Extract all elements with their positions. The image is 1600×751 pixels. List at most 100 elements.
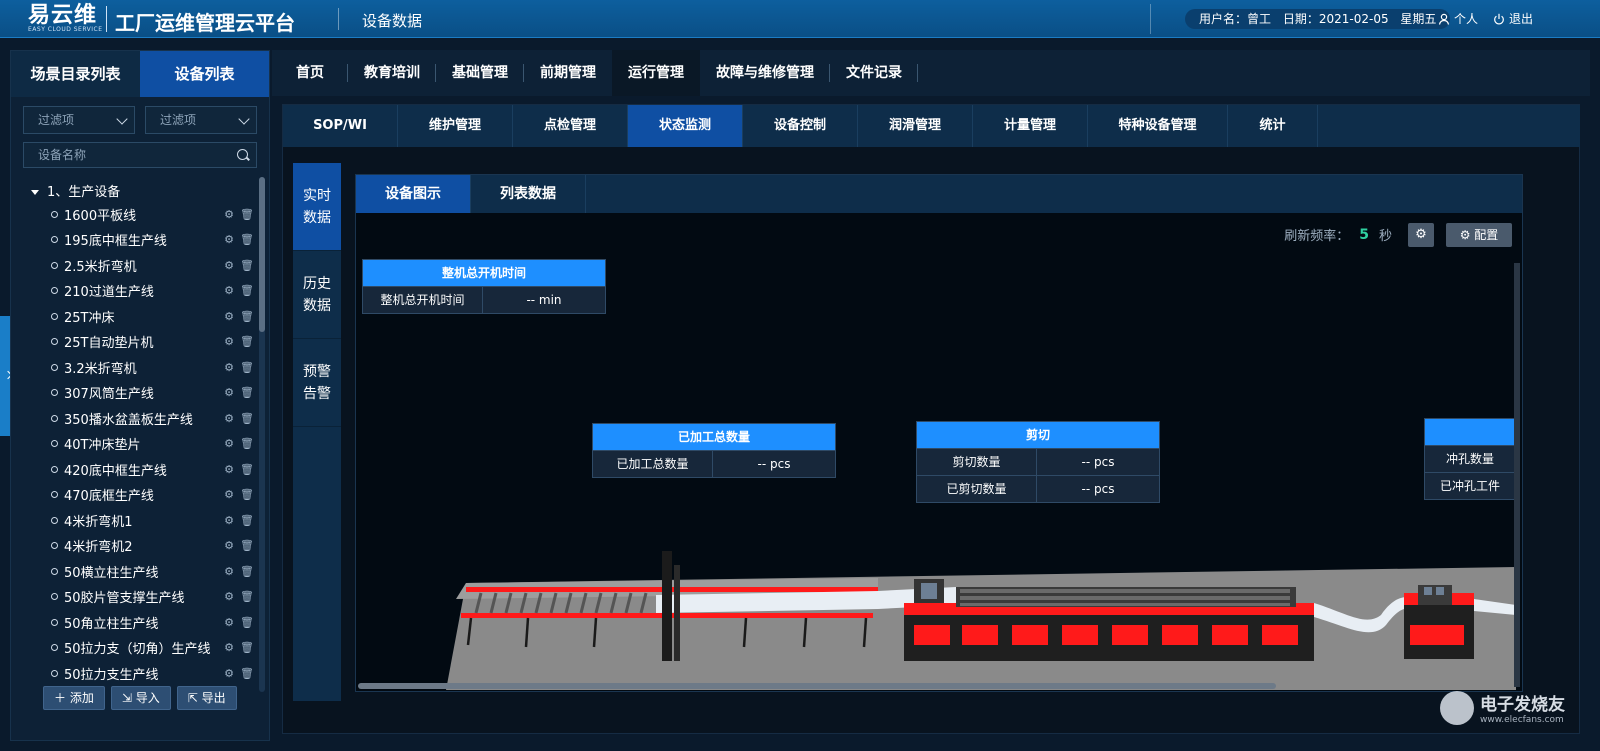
tree-item[interactable]: 50角立柱生产线 ⚙ 🗑 xyxy=(51,610,256,634)
trash-icon[interactable]: 🗑 xyxy=(238,590,256,603)
tree-item[interactable]: 50拉力支（切角）生产线 ⚙ 🗑 xyxy=(51,636,256,660)
tree-item[interactable]: 210过道生产线 ⚙ 🗑 xyxy=(51,279,256,303)
vtab-warning-alarm[interactable]: 预警 告警 xyxy=(293,339,341,427)
tab-device-diagram[interactable]: 设备图示 xyxy=(356,175,471,213)
trash-icon[interactable]: 🗑 xyxy=(238,463,256,476)
gear-icon[interactable]: ⚙ xyxy=(220,284,238,297)
trash-icon[interactable]: 🗑 xyxy=(238,412,256,425)
nav-basic-management[interactable]: 基础管理 xyxy=(436,50,524,96)
trash-icon[interactable]: 🗑 xyxy=(238,616,256,629)
tree-item[interactable]: 50胶片管支撑生产线 ⚙ 🗑 xyxy=(51,585,256,609)
trash-icon[interactable]: 🗑 xyxy=(238,667,256,680)
tree-item[interactable]: 3.2米折弯机 ⚙ 🗑 xyxy=(51,355,256,379)
nav-fault-maintenance[interactable]: 故障与维修管理 xyxy=(700,50,830,96)
gear-icon[interactable]: ⚙ xyxy=(220,386,238,399)
profile-button[interactable]: 个人 xyxy=(1438,10,1478,27)
trash-icon[interactable]: 🗑 xyxy=(238,539,256,552)
tree-item[interactable]: 4米折弯机1 ⚙ 🗑 xyxy=(51,508,256,532)
vertical-tabs: 实时 数据 历史 数据 预警 告警 xyxy=(293,163,341,701)
gear-icon[interactable]: ⚙ xyxy=(220,463,238,476)
tree-item[interactable]: 470底框生产线 ⚙ 🗑 xyxy=(51,483,256,507)
trash-icon[interactable]: 🗑 xyxy=(238,208,256,221)
gear-icon[interactable]: ⚙ xyxy=(220,310,238,323)
gear-icon[interactable]: ⚙ xyxy=(220,565,238,578)
diagram-horizontal-scrollbar[interactable] xyxy=(358,683,1276,689)
trash-icon[interactable]: 🗑 xyxy=(238,361,256,374)
tree-item[interactable]: 50拉力支生产线 ⚙ 🗑 xyxy=(51,661,256,685)
subnav-lubrication[interactable]: 润滑管理 xyxy=(858,105,973,147)
subnav-inspection[interactable]: 点检管理 xyxy=(513,105,628,147)
tree-item[interactable]: 1600平板线 ⚙ 🗑 xyxy=(51,202,256,226)
subnav-maintenance[interactable]: 维护管理 xyxy=(398,105,513,147)
filter-select-2[interactable]: 过滤项 xyxy=(145,106,257,134)
device-search-input[interactable]: 设备名称 xyxy=(23,142,257,168)
tree-item-label: 50角立柱生产线 xyxy=(64,616,159,632)
tree-root-production-equipment[interactable]: 1、生产设备 xyxy=(31,181,120,200)
export-button[interactable]: ⇱ 导出 xyxy=(176,686,237,710)
subnav-condition-monitoring[interactable]: 状态监测 xyxy=(628,105,743,147)
gear-icon[interactable]: ⚙ xyxy=(220,259,238,272)
trash-icon[interactable]: 🗑 xyxy=(238,641,256,654)
subnav-metrology[interactable]: 计量管理 xyxy=(973,105,1088,147)
subnav-statistics[interactable]: 统计 xyxy=(1228,105,1318,147)
trash-icon[interactable]: 🗑 xyxy=(238,259,256,272)
tab-device-list[interactable]: 设备列表 xyxy=(140,51,269,97)
gear-icon[interactable]: ⚙ xyxy=(220,641,238,654)
search-icon[interactable] xyxy=(237,149,248,160)
config-button[interactable]: ⚙ 配置 xyxy=(1446,223,1512,247)
trash-icon[interactable]: 🗑 xyxy=(238,310,256,323)
gear-icon[interactable]: ⚙ xyxy=(220,616,238,629)
gear-icon[interactable]: ⚙ xyxy=(220,361,238,374)
trash-icon[interactable]: 🗑 xyxy=(238,565,256,578)
gear-icon[interactable]: ⚙ xyxy=(220,208,238,221)
tree-item[interactable]: 25T冲床 ⚙ 🗑 xyxy=(51,304,256,328)
nav-operation-management[interactable]: 运行管理 xyxy=(612,50,700,96)
gear-icon[interactable]: ⚙ xyxy=(220,667,238,680)
gear-icon[interactable]: ⚙ xyxy=(220,590,238,603)
gear-icon[interactable]: ⚙ xyxy=(220,514,238,527)
nav-training[interactable]: 教育培训 xyxy=(348,50,436,96)
trash-icon[interactable]: 🗑 xyxy=(238,386,256,399)
refresh-settings-button[interactable]: ⚙ xyxy=(1408,223,1434,247)
tree-scrollbar[interactable] xyxy=(259,177,265,692)
tree-item[interactable]: 195底中框生产线 ⚙ 🗑 xyxy=(51,228,256,252)
subnav-sop-wi[interactable]: SOP/WI xyxy=(283,105,398,147)
gear-icon[interactable]: ⚙ xyxy=(220,412,238,425)
tab-list-data[interactable]: 列表数据 xyxy=(471,175,586,213)
trash-icon[interactable]: 🗑 xyxy=(238,514,256,527)
trash-icon[interactable]: 🗑 xyxy=(238,335,256,348)
vtab-realtime-data[interactable]: 实时 数据 xyxy=(293,163,341,251)
subnav-device-control[interactable]: 设备控制 xyxy=(743,105,858,147)
gear-icon[interactable]: ⚙ xyxy=(220,488,238,501)
trash-icon[interactable]: 🗑 xyxy=(238,437,256,450)
tree-item[interactable]: 4米折弯机2 ⚙ 🗑 xyxy=(51,534,256,558)
import-button[interactable]: ⇲ 导入 xyxy=(110,686,171,710)
tree-item[interactable]: 2.5米折弯机 ⚙ 🗑 xyxy=(51,253,256,277)
nav-file-records[interactable]: 文件记录 xyxy=(830,50,918,96)
diagram-vertical-scrollbar[interactable] xyxy=(1514,263,1520,687)
tab-scene-directory[interactable]: 场景目录列表 xyxy=(11,51,140,97)
tree-item[interactable]: 50横立柱生产线 ⚙ 🗑 xyxy=(51,559,256,583)
add-button[interactable]: ＋ 添加 xyxy=(43,686,105,710)
filter-select-1[interactable]: 过滤项 xyxy=(23,106,135,134)
gear-icon[interactable]: ⚙ xyxy=(220,233,238,246)
nav-early-management[interactable]: 前期管理 xyxy=(524,50,612,96)
tree-item[interactable]: 420底中框生产线 ⚙ 🗑 xyxy=(51,457,256,481)
tree-item[interactable]: 40T冲床垫片 ⚙ 🗑 xyxy=(51,432,256,456)
gear-icon[interactable]: ⚙ xyxy=(220,335,238,348)
tree-item[interactable]: 350播水盆盖板生产线 ⚙ 🗑 xyxy=(51,406,256,430)
trash-icon[interactable]: 🗑 xyxy=(238,233,256,246)
gear-icon[interactable]: ⚙ xyxy=(220,539,238,552)
logout-button[interactable]: 退出 xyxy=(1493,10,1533,27)
card-row: 剪切数量 -- pcs xyxy=(917,448,1159,475)
vtab-history-data[interactable]: 历史 数据 xyxy=(293,251,341,339)
tree-scrollbar-thumb[interactable] xyxy=(259,177,265,332)
nav-home[interactable]: 首页 xyxy=(272,50,348,96)
trash-icon[interactable]: 🗑 xyxy=(238,284,256,297)
tree-item[interactable]: 25T自动垫片机 ⚙ 🗑 xyxy=(51,330,256,354)
trash-icon[interactable]: 🗑 xyxy=(238,488,256,501)
card-row: 整机总开机时间 -- min xyxy=(363,286,605,313)
tree-item[interactable]: 307风筒生产线 ⚙ 🗑 xyxy=(51,381,256,405)
subnav-special-equipment[interactable]: 特种设备管理 xyxy=(1088,105,1228,147)
gear-icon[interactable]: ⚙ xyxy=(220,437,238,450)
